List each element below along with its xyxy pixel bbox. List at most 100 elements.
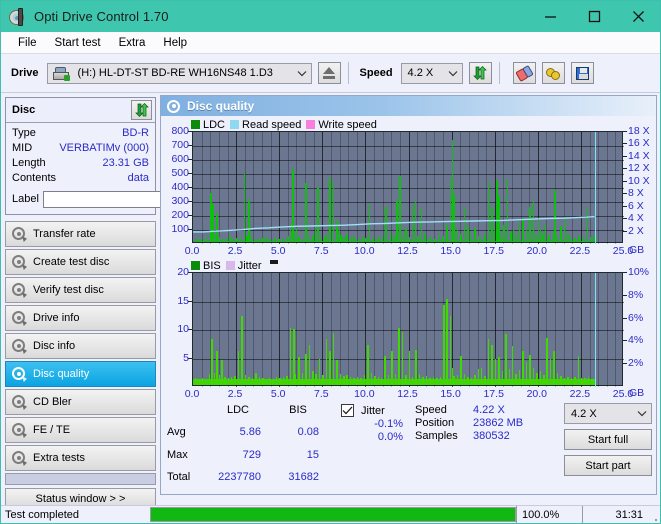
- jitter-checkbox[interactable]: [341, 404, 354, 417]
- drive-select[interactable]: (H:) HL-DT-ST BD-RE WH16NS48 1.D3: [46, 62, 312, 84]
- sidebar-item-verify-test-disc[interactable]: Verify test disc: [5, 277, 156, 303]
- y2-tick-mark: [623, 294, 627, 296]
- sidebar-item-disc-info[interactable]: Disc info: [5, 333, 156, 359]
- menu-bar: File Start test Extra Help: [1, 32, 660, 54]
- eraser-icon: [514, 64, 534, 82]
- stats-total-ldc: 2237780: [218, 470, 261, 483]
- x-tick-label: 12.5: [397, 245, 418, 257]
- menu-help[interactable]: Help: [154, 35, 196, 51]
- disc-panel-header: Disc: [6, 98, 155, 123]
- settings-button[interactable]: [541, 62, 565, 84]
- disc-test-icon: [12, 395, 27, 410]
- disc-quality-header: Disc quality: [161, 96, 656, 116]
- y2-tick-label: 16 X: [628, 137, 650, 150]
- close-icon[interactable]: [616, 1, 660, 32]
- y2-tick-label: 8%: [628, 288, 644, 301]
- maximize-icon[interactable]: [572, 1, 616, 32]
- sidebar-item-disc-quality[interactable]: Disc quality: [5, 361, 156, 387]
- disc-test-icon: [12, 451, 27, 466]
- optical-drive-icon: [52, 66, 70, 81]
- legend-label-bis: BIS: [203, 259, 221, 272]
- minimize-icon[interactable]: [528, 1, 572, 32]
- samples-stat-value: 380532: [473, 430, 510, 442]
- disc-contents-value: data: [127, 172, 149, 184]
- disc-length-value: 23.31 GB: [102, 157, 149, 169]
- menu-start-test[interactable]: Start test: [46, 35, 110, 51]
- y2-tick-label: 6%: [628, 311, 644, 324]
- chart-bar: [289, 328, 292, 385]
- y2-tick-label: 8 X: [628, 187, 644, 200]
- y-tick-mark: [188, 229, 192, 230]
- disc-row-contents: Contents data: [12, 171, 149, 186]
- y-tick-label: 100: [171, 223, 189, 235]
- sidebar-item-extra-tests[interactable]: Extra tests: [5, 445, 156, 471]
- menu-extra[interactable]: Extra: [110, 35, 155, 51]
- drive-toolbar: Drive (H:) HL-DT-ST BD-RE WH16NS48 1.D3 …: [1, 54, 660, 93]
- x-tick-label: 5.0: [270, 388, 286, 400]
- application-window: Opti Drive Control 1.70 File Start test …: [0, 0, 661, 524]
- chart-bar: [546, 338, 548, 385]
- ldc-plot-area[interactable]: [192, 131, 624, 244]
- chart-bar: [325, 338, 328, 385]
- disc-panel-title: Disc: [12, 104, 36, 116]
- legend-swatch-ldc: [191, 120, 200, 129]
- x-tick-label: 20.0: [526, 388, 548, 400]
- speed-select[interactable]: 4.2 X: [400, 62, 463, 84]
- disc-test-icon: [12, 227, 27, 242]
- ldc-plot-region: 100 200 300 400 500 600 700 800 2 X4 X6 X8 X 10 …: [163, 125, 654, 257]
- sidebar-item-drive-info[interactable]: Drive info: [5, 305, 156, 331]
- x-tick-label: 0.0: [184, 245, 200, 257]
- legend-label-read-speed: Read speed: [242, 118, 302, 131]
- stats-avg-bis: 0.08: [297, 426, 319, 439]
- sidebar-item-cd-bler[interactable]: CD Bler: [5, 389, 156, 415]
- y-tick-mark: [188, 145, 192, 146]
- disc-info-panel: Disc Type BD-R MID VERBATIMv (000) Lengt…: [5, 97, 245, 215]
- menu-file[interactable]: File: [9, 35, 46, 51]
- legend-item-jitter: Jitter: [225, 260, 262, 272]
- disc-quality-icon: [167, 99, 180, 113]
- disc-contents-label: Contents: [12, 172, 57, 184]
- stats-row-label-total: Total: [167, 470, 191, 483]
- legend-item-ldc: LDC: [191, 119, 225, 131]
- position-stat-label: Position: [415, 417, 455, 429]
- stats-header-ldc: LDC: [226, 404, 249, 416]
- y2-tick-label: 2%: [628, 357, 644, 370]
- main-body: Disc Type BD-R MID VERBATIMv (000) Lengt…: [1, 93, 660, 509]
- start-full-button[interactable]: Start full: [564, 429, 652, 450]
- x-tick-label: 2.5: [227, 388, 243, 400]
- jitter-marker-icon: [269, 260, 278, 264]
- erase-button[interactable]: [512, 62, 536, 84]
- y2-tick-label: 10%: [628, 266, 650, 278]
- chart-bar: [332, 332, 335, 385]
- eject-button[interactable]: [317, 62, 341, 84]
- disc-test-icon: [12, 255, 27, 270]
- sidebar-item-label: Create test disc: [33, 256, 110, 268]
- sidebar-item-transfer-rate[interactable]: Transfer rate: [5, 221, 156, 247]
- progress-percent: 100.0%: [516, 506, 582, 523]
- bis-plot-area[interactable]: [192, 272, 624, 387]
- chart-bar: [446, 298, 448, 385]
- speed-stat-label: Speed: [415, 404, 447, 416]
- window-controls: [528, 1, 660, 32]
- start-part-button[interactable]: Start part: [564, 455, 652, 476]
- disc-refresh-button[interactable]: [131, 100, 152, 120]
- save-button[interactable]: [570, 62, 594, 84]
- chevron-down-icon: [444, 70, 462, 77]
- test-speed-select[interactable]: 4.2 X: [564, 403, 652, 424]
- y-tick-label: 300: [171, 195, 189, 207]
- disc-mid-value: VERBATIMv (000): [59, 142, 149, 154]
- y-tick-label: 200: [171, 209, 189, 221]
- title-bar: Opti Drive Control 1.70: [1, 1, 660, 32]
- x-tick-label: 17.5: [483, 388, 504, 400]
- sidebar-item-create-test-disc[interactable]: Create test disc: [5, 249, 156, 275]
- y2-tick-mark: [623, 193, 627, 195]
- test-speed-value: 4.2 X: [571, 407, 597, 420]
- resize-grip-icon[interactable]: [648, 506, 660, 523]
- ldc-chart-legend: LDC Read speed Write speed: [163, 118, 654, 131]
- refresh-button[interactable]: [468, 62, 492, 84]
- y-tick-mark: [188, 300, 192, 302]
- sidebar-item-fe-te[interactable]: FE / TE: [5, 417, 156, 443]
- y-tick-mark: [188, 187, 192, 188]
- x-tick-label: 22.5: [569, 388, 591, 400]
- sidebar-item-label: Disc info: [33, 340, 76, 352]
